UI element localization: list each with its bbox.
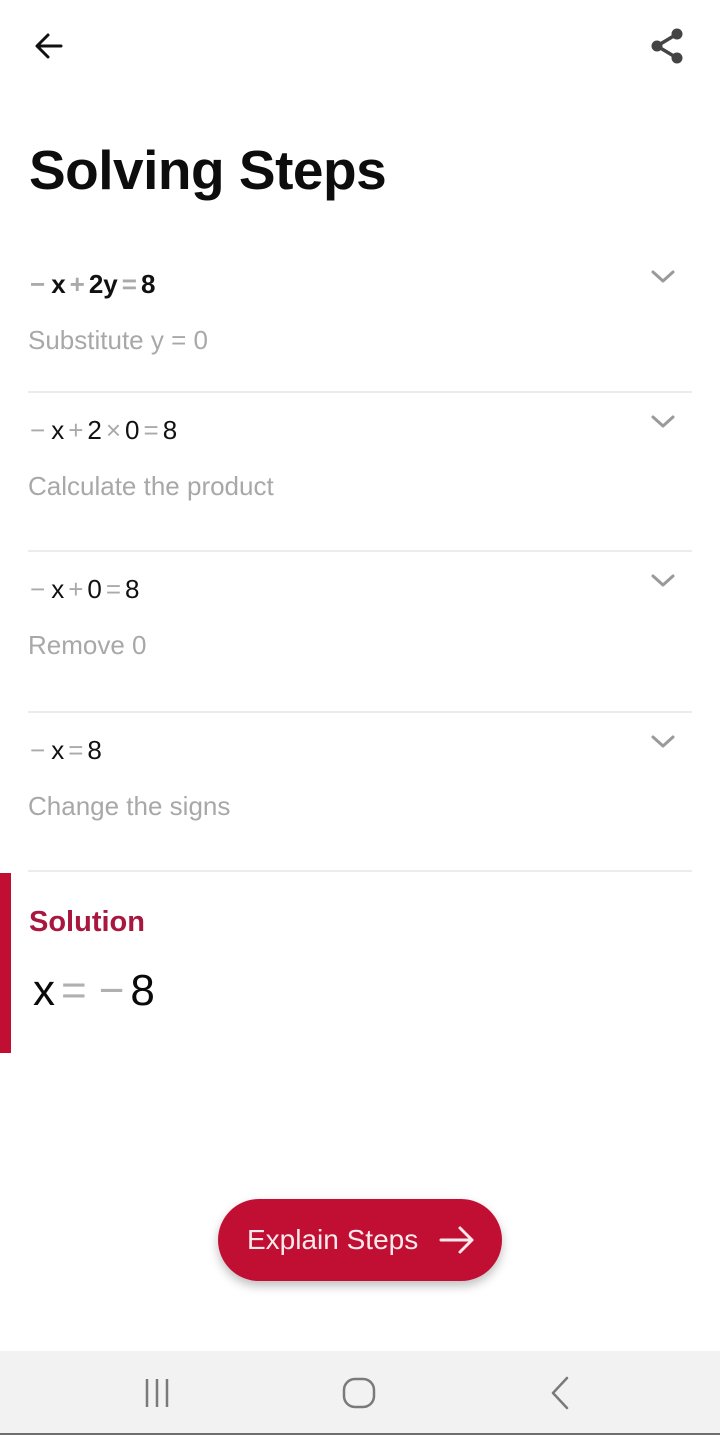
step-description: Change the signs [28, 791, 231, 821]
math-term: x [51, 574, 65, 604]
top-app-bar [0, 0, 720, 92]
step-item[interactable]: − x = 8 Change the signs [28, 713, 692, 872]
step-description: Remove 0 [28, 630, 147, 660]
arrow-right-icon [439, 1226, 474, 1254]
math-operator: = [61, 966, 87, 1015]
math-operator: = [121, 269, 137, 299]
step-description: Substitute y = 0 [28, 325, 208, 355]
math-operator: − [30, 269, 46, 299]
math-operator: − [30, 735, 46, 765]
recent-apps-button[interactable] [128, 1369, 188, 1417]
math-term: 2y [88, 269, 118, 299]
system-navigation-bar [0, 1351, 720, 1435]
math-operator: × [105, 415, 122, 445]
recent-apps-icon [145, 1379, 169, 1407]
back-icon [551, 1376, 569, 1410]
steps-list: − x +2y = 8 Substitute y = 0 − x +2 × 0 = 8 Calcul… [28, 248, 692, 872]
home-button[interactable] [329, 1369, 389, 1417]
chevron-down-icon[interactable] [650, 572, 676, 590]
solution-expression: x = −8 [33, 966, 155, 1016]
math-operator: = [68, 735, 84, 765]
math-operator: − [30, 415, 46, 445]
math-term: 2 [87, 415, 102, 445]
system-back-button[interactable] [530, 1369, 590, 1417]
math-operator: + [68, 415, 84, 445]
math-term: 8 [140, 269, 156, 299]
math-term: x [51, 269, 66, 299]
page-title: Solving Steps [29, 139, 387, 201]
step-expression: − x +2y = 8 [28, 267, 692, 301]
math-term: x [33, 966, 55, 1015]
explain-steps-label: Explain Steps [247, 1224, 419, 1255]
step-expression: − x +2 × 0 = 8 [28, 413, 692, 447]
solution-label: Solution [29, 906, 145, 938]
back-button[interactable] [26, 24, 72, 68]
math-operator: + [68, 574, 84, 604]
math-operator: + [69, 269, 85, 299]
arrow-left-icon [35, 33, 63, 59]
math-term: x [51, 735, 65, 765]
math-term: 8 [125, 574, 140, 604]
chevron-down-icon[interactable] [650, 733, 676, 751]
solution-card: Solution x = −8 [0, 873, 720, 1053]
math-term: 8 [162, 415, 178, 445]
chevron-down-icon[interactable] [650, 268, 676, 286]
share-icon [651, 28, 683, 64]
explain-steps-button[interactable]: Explain Steps [218, 1199, 502, 1281]
math-term: 0 [125, 415, 140, 445]
step-description: Calculate the product [28, 471, 274, 501]
math-term: 0 [87, 574, 102, 604]
step-item[interactable]: − x +2 × 0 = 8 Calculate the product [28, 393, 692, 552]
math-operator: = [143, 415, 159, 445]
math-term: 8 [87, 735, 102, 765]
math-operator: − [30, 574, 46, 604]
share-button[interactable] [644, 24, 690, 68]
math-term: 8 [130, 966, 155, 1015]
chevron-down-icon[interactable] [650, 413, 676, 431]
home-icon [342, 1377, 376, 1409]
step-item[interactable]: − x +2y = 8 Substitute y = 0 [28, 248, 692, 393]
math-term: x [51, 415, 65, 445]
math-operator: − [98, 966, 125, 1015]
math-operator: = [105, 574, 122, 604]
step-expression: − x = 8 [28, 733, 692, 767]
step-item[interactable]: − x +0 = 8 Remove 0 [28, 552, 692, 713]
step-expression: − x +0 = 8 [28, 572, 692, 606]
solution-accent-bar [0, 873, 11, 1053]
